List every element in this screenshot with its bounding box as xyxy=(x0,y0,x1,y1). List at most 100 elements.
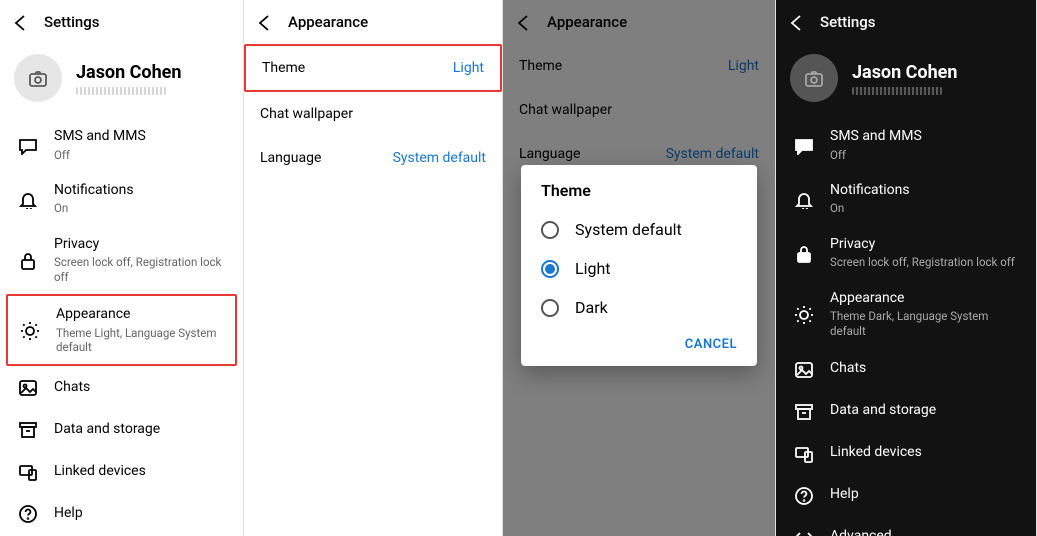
avatar xyxy=(14,54,62,102)
settings-item-chats[interactable]: Chats xyxy=(6,366,237,408)
panel-appearance-dialog: Appearance ThemeLightChat wallpaperLangu… xyxy=(503,0,776,536)
row-label: Chat wallpaper xyxy=(260,106,353,122)
profile-name: Jason Cohen xyxy=(76,62,182,83)
option-label: Light xyxy=(575,259,611,278)
item-text: Linked devices xyxy=(830,444,1020,462)
item-text: NotificationsOn xyxy=(54,182,227,216)
settings-item-notifications[interactable]: NotificationsOn xyxy=(6,172,237,226)
settings-item-data-storage[interactable]: Data and storage xyxy=(6,408,237,450)
dialog-title: Theme xyxy=(521,181,757,210)
item-subtitle: Off xyxy=(54,148,227,162)
item-label: Privacy xyxy=(830,236,1020,254)
sms-mms-icon xyxy=(792,134,814,156)
settings-item-data-storage[interactable]: Data and storage xyxy=(782,390,1030,432)
back-button[interactable] xyxy=(786,12,806,32)
help-icon xyxy=(16,502,38,524)
chats-icon xyxy=(792,358,814,380)
row-theme[interactable]: ThemeLight xyxy=(244,44,502,92)
settings-item-appearance[interactable]: AppearanceTheme Dark, Language System de… xyxy=(782,280,1030,348)
page-title: Settings xyxy=(44,13,100,31)
settings-item-help[interactable]: Help xyxy=(782,474,1030,516)
radio-icon xyxy=(541,221,559,239)
item-subtitle: Screen lock off, Registration lock off xyxy=(830,255,1020,269)
dialog-actions: CANCEL xyxy=(521,327,757,360)
item-label: Chats xyxy=(830,360,1020,378)
item-label: SMS and MMS xyxy=(54,128,227,146)
item-subtitle: Theme Light, Language System default xyxy=(56,326,225,355)
settings-item-appearance[interactable]: AppearanceTheme Light, Language System d… xyxy=(6,294,237,366)
settings-item-linked-devices[interactable]: Linked devices xyxy=(782,432,1030,474)
data-storage-icon xyxy=(16,418,38,440)
back-button[interactable] xyxy=(254,12,274,32)
item-text: Data and storage xyxy=(54,421,227,439)
item-text: PrivacyScreen lock off, Registration loc… xyxy=(54,236,227,284)
settings-item-privacy[interactable]: PrivacyScreen lock off, Registration loc… xyxy=(782,226,1030,280)
data-storage-icon xyxy=(792,400,814,422)
item-subtitle: Screen lock off, Registration lock off xyxy=(54,255,227,284)
item-subtitle: On xyxy=(54,201,227,215)
appearance-icon xyxy=(792,303,814,325)
privacy-icon xyxy=(16,249,38,271)
avatar xyxy=(790,54,838,102)
settings-item-chats[interactable]: Chats xyxy=(782,348,1030,390)
back-button[interactable] xyxy=(10,12,30,32)
item-text: AppearanceTheme Dark, Language System de… xyxy=(830,290,1020,338)
item-text: Linked devices xyxy=(54,463,227,481)
appearance-icon xyxy=(18,319,40,341)
item-text: NotificationsOn xyxy=(830,182,1020,216)
linked-devices-icon xyxy=(792,442,814,464)
theme-option-system-default[interactable]: System default xyxy=(521,210,757,249)
item-label: Notifications xyxy=(830,182,1020,200)
radio-icon xyxy=(541,299,559,317)
dialog-options: System default Light Dark xyxy=(521,210,757,327)
item-label: Linked devices xyxy=(54,463,227,481)
row-value: System default xyxy=(393,150,486,166)
item-label: Help xyxy=(54,505,227,523)
item-subtitle: Theme Dark, Language System default xyxy=(830,309,1020,338)
page-title: Settings xyxy=(820,13,876,31)
settings-item-sms-mms[interactable]: SMS and MMSOff xyxy=(782,118,1030,172)
item-text: AppearanceTheme Light, Language System d… xyxy=(56,306,225,354)
theme-dialog: Theme System default Light Dark CANCEL xyxy=(521,165,757,366)
row-language[interactable]: LanguageSystem default xyxy=(244,136,502,180)
profile-row[interactable]: Jason Cohen xyxy=(0,44,243,118)
item-text: PrivacyScreen lock off, Registration loc… xyxy=(830,236,1020,270)
item-label: Help xyxy=(830,486,1020,504)
option-label: System default xyxy=(575,220,682,239)
cancel-button[interactable]: CANCEL xyxy=(685,337,737,352)
header: Settings xyxy=(776,0,1036,44)
item-text: Help xyxy=(830,486,1020,504)
item-label: Data and storage xyxy=(54,421,227,439)
panel-settings-dark: Settings Jason Cohen SMS and MMSOff Notif… xyxy=(776,0,1037,536)
item-text: Help xyxy=(54,505,227,523)
settings-item-notifications[interactable]: NotificationsOn xyxy=(782,172,1030,226)
profile-name: Jason Cohen xyxy=(852,62,958,83)
settings-item-privacy[interactable]: PrivacyScreen lock off, Registration loc… xyxy=(6,226,237,294)
settings-item-sms-mms[interactable]: SMS and MMS Off xyxy=(6,118,237,172)
theme-option-dark[interactable]: Dark xyxy=(521,288,757,327)
profile-row[interactable]: Jason Cohen xyxy=(776,44,1036,118)
privacy-icon xyxy=(792,242,814,264)
appearance-rows: ThemeLight Chat wallpaper LanguageSystem d… xyxy=(244,44,502,180)
item-text: Chats xyxy=(54,379,227,397)
settings-item-advanced[interactable]: Advanced xyxy=(782,516,1030,536)
header: Appearance xyxy=(244,0,502,44)
item-subtitle: Off xyxy=(830,148,1020,162)
theme-option-light[interactable]: Light xyxy=(521,249,757,288)
settings-list: SMS and MMSOff NotificationsOn PrivacyScre… xyxy=(776,118,1036,536)
notifications-icon xyxy=(16,188,38,210)
settings-list: SMS and MMS Off NotificationsOn PrivacyScre… xyxy=(0,118,243,536)
settings-item-linked-devices[interactable]: Linked devices xyxy=(6,450,237,492)
item-label: Chats xyxy=(54,379,227,397)
item-label: Privacy xyxy=(54,236,227,254)
profile-sub-blur xyxy=(852,87,942,95)
item-text: Advanced xyxy=(830,528,1020,536)
item-text: SMS and MMSOff xyxy=(830,128,1020,162)
row-value: Light xyxy=(453,60,484,76)
panel-appearance: Appearance ThemeLight Chat wallpaper Langu… xyxy=(244,0,503,536)
item-text: Data and storage xyxy=(830,402,1020,420)
row-chat-wallpaper[interactable]: Chat wallpaper xyxy=(244,92,502,136)
item-subtitle: On xyxy=(830,201,1020,215)
item-label: Appearance xyxy=(830,290,1020,308)
settings-item-help[interactable]: Help xyxy=(6,492,237,534)
